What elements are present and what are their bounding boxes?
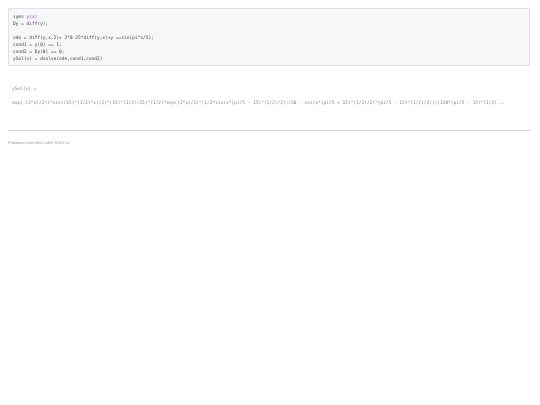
code-string-arg: y(x) — [26, 15, 38, 20]
code-block: syms y(x) Dy = diff(y); ode = diff(y,x,2… — [8, 8, 530, 66]
code-line-6: cond2 = Dy(0) == 0; — [13, 50, 65, 55]
code-line-5: cond1 = y(0) == 1; — [13, 43, 62, 48]
separator-line — [8, 130, 531, 131]
code-line-4: ode = diff(y,x,2)+ 2*0.25*diff(y,x)+y ==… — [13, 36, 154, 41]
output-label: ySol(x) = — [12, 87, 37, 92]
code-keyword: syms — [13, 15, 27, 20]
code-line-1: syms y(x) — [13, 14, 525, 21]
code-output: ySol(x) = exp(-(2^x)/2)(^sin((15)^(1/2)*… — [12, 86, 540, 107]
output-expression: exp(-(2^x)/2)(^sin((15)^(1/2)*x)/2)*(15)… — [12, 101, 506, 106]
code-line-2: Dy = diff(y); — [13, 22, 49, 27]
code-line-7: ySol(x) = dsolve(ode,cond1,cond2) — [13, 57, 103, 62]
publish-footer: Published with MATLAB® R2017a — [8, 140, 69, 145]
